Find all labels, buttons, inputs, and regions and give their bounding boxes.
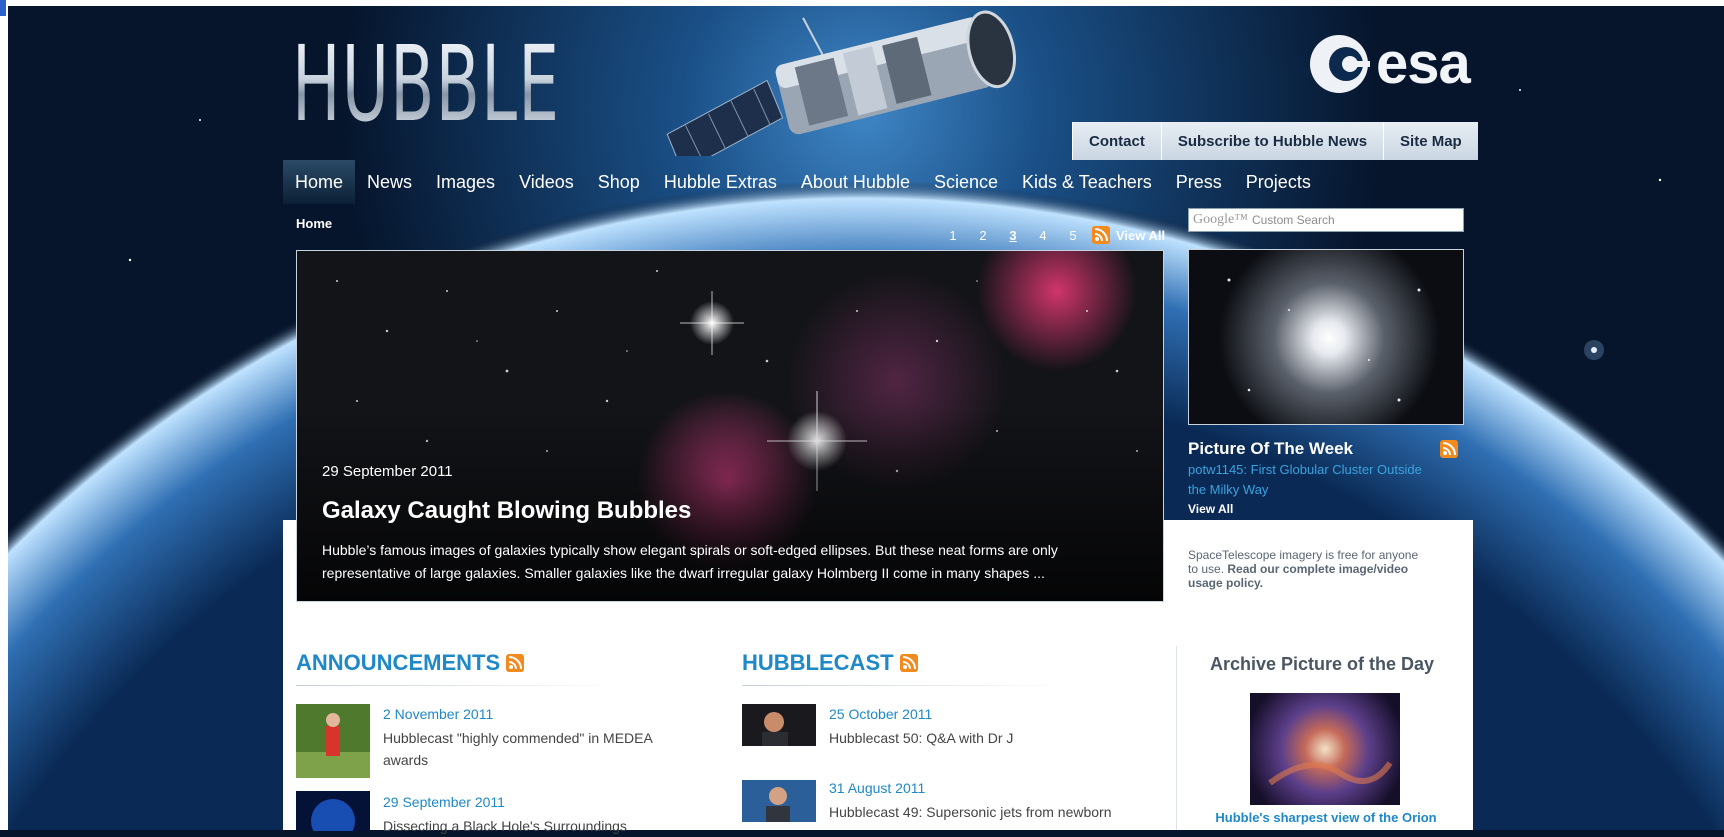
main-nav: Home News Images Videos Shop Hubble Extr… <box>283 160 1473 204</box>
pager-view-all[interactable]: View All <box>1116 228 1165 243</box>
breadcrumb[interactable]: Home <box>296 216 332 231</box>
nav-videos[interactable]: Videos <box>507 160 586 204</box>
announcements-title[interactable]: ANNOUNCEMENTS <box>296 650 525 676</box>
nav-images[interactable]: Images <box>424 160 507 204</box>
nav-shop[interactable]: Shop <box>586 160 652 204</box>
utility-links: Contact Subscribe to Hubble News Site Ma… <box>1072 122 1478 160</box>
featured-title[interactable]: Galaxy Caught Blowing Bubbles <box>322 497 691 525</box>
hubblecast-label: HUBBLECAST <box>742 650 894 675</box>
pager-page-5[interactable]: 5 <box>1058 228 1088 243</box>
hubblecast-date[interactable]: 31 August 2011 <box>829 780 925 796</box>
usage-policy: SpaceTelescope imagery is free for anyon… <box>1188 548 1428 590</box>
nav-hubble-extras[interactable]: Hubble Extras <box>652 160 789 204</box>
hubblecast-text[interactable]: Hubblecast 49: Supersonic jets from newb… <box>829 801 1149 823</box>
pager-page-1[interactable]: 1 <box>938 228 968 243</box>
potw-image[interactable] <box>1188 249 1464 425</box>
archive-title: Archive Picture of the Day <box>1210 654 1435 674</box>
search-placeholder: Custom Search <box>1251 213 1335 227</box>
nav-about-hubble[interactable]: About Hubble <box>789 160 922 204</box>
hubblecast-thumb[interactable] <box>742 780 816 822</box>
potw-rss-icon[interactable] <box>1440 440 1458 458</box>
announcements-rss-icon[interactable] <box>506 654 525 672</box>
contact-link[interactable]: Contact <box>1072 122 1161 160</box>
google-brand: Google™ <box>1193 212 1248 227</box>
announcements-label: ANNOUNCEMENTS <box>296 650 501 675</box>
hubblecast-thumb[interactable] <box>742 704 816 746</box>
announcement-date[interactable]: 29 September 2011 <box>383 794 505 810</box>
hubblecast-text[interactable]: Hubblecast 50: Q&A with Dr J <box>829 727 1149 749</box>
announcement-thumb[interactable] <box>296 791 370 831</box>
archive-caption[interactable]: Hubble's sharpest view of the Orion <box>1191 810 1461 825</box>
potw-link[interactable]: potw1145: First Globular Cluster Outside… <box>1188 460 1438 500</box>
nav-kids-teachers[interactable]: Kids & Teachers <box>1010 160 1164 204</box>
column-divider <box>1176 646 1177 830</box>
esa-emblem-icon <box>1310 34 1370 93</box>
potw-view-all[interactable]: View All <box>1188 502 1233 516</box>
esa-logo[interactable]: esa <box>1306 30 1471 97</box>
pager-page-3[interactable]: 3 <box>998 228 1028 243</box>
announcement-date[interactable]: 2 November 2011 <box>383 706 493 722</box>
hubblecast-rss-icon[interactable] <box>899 654 918 672</box>
announcements-divider <box>296 685 626 686</box>
featured-description: Hubble’s famous images of galaxies typic… <box>322 542 1058 581</box>
nav-press[interactable]: Press <box>1164 160 1234 204</box>
rss-icon[interactable] <box>1092 226 1110 244</box>
hubblecast-title[interactable]: HUBBLECAST <box>742 650 918 676</box>
featured-date: 29 September 2011 <box>322 463 453 480</box>
search-input[interactable]: Google™ Custom Search <box>1188 208 1464 232</box>
announcement-text[interactable]: Hubblecast "highly commended" in MEDEA a… <box>383 727 683 771</box>
site-map-link[interactable]: Site Map <box>1383 122 1478 160</box>
nav-news[interactable]: News <box>355 160 424 204</box>
esa-wordmark: esa <box>1376 31 1471 96</box>
hubble-logo[interactable]: HUBBLE <box>292 32 560 136</box>
telescope-illustration <box>666 10 1016 156</box>
nav-science[interactable]: Science <box>922 160 1010 204</box>
pager-page-2[interactable]: 2 <box>968 228 998 243</box>
nav-home[interactable]: Home <box>283 160 356 204</box>
nav-projects[interactable]: Projects <box>1234 160 1323 204</box>
pager-page-4[interactable]: 4 <box>1028 228 1058 243</box>
featured-story[interactable]: 29 September 2011 Galaxy Caught Blowing … <box>296 250 1164 602</box>
subscribe-link[interactable]: Subscribe to Hubble News <box>1160 122 1384 160</box>
archive-image[interactable] <box>1250 693 1400 805</box>
main-panel: Home News Images Videos Shop Hubble Extr… <box>283 160 1473 834</box>
hubblecast-date[interactable]: 25 October 2011 <box>829 706 932 722</box>
potw-title: Picture Of The Week <box>1188 439 1354 458</box>
hubblecast-divider <box>742 685 1072 686</box>
announcement-text[interactable]: Dissecting a Black Hole's Surroundings <box>383 815 683 837</box>
slideshow-pager: 1 2 3 4 5 View All <box>938 226 1165 244</box>
announcement-thumb[interactable] <box>296 704 370 778</box>
